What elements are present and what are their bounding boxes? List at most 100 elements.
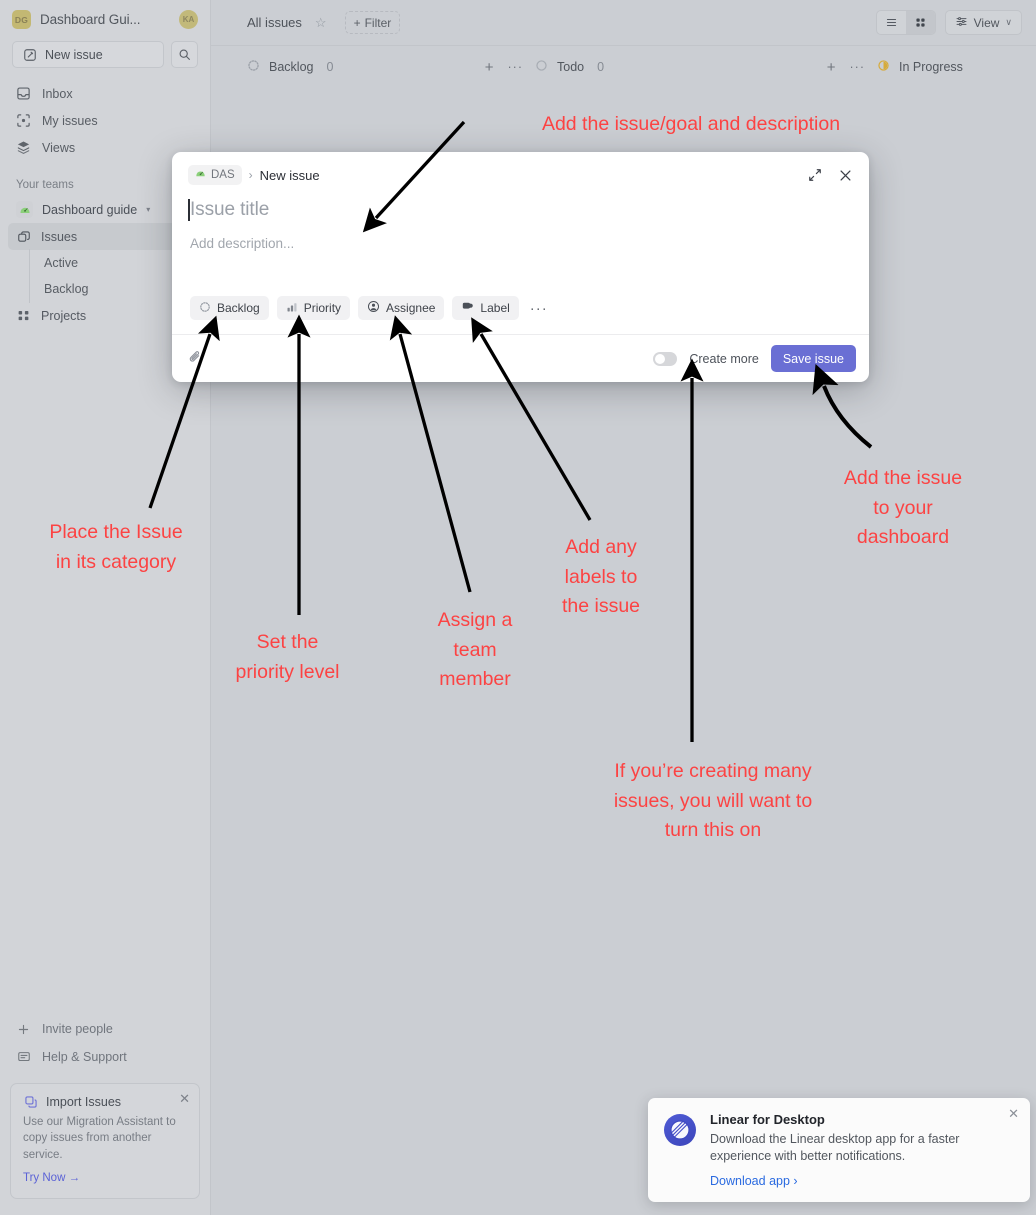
workspace-name: Dashboard Gui... <box>40 12 141 27</box>
avatar[interactable]: KA <box>179 10 198 29</box>
chip-label: Label <box>480 301 510 315</box>
issue-description-placeholder: Add description... <box>190 236 295 251</box>
filter-button[interactable]: + Filter <box>344 11 401 34</box>
import-card-title: Import Issues <box>46 1094 122 1109</box>
desktop-app-toast: Linear for Desktop Download the Linear d… <box>648 1098 1030 1202</box>
issues-icon <box>16 229 31 244</box>
column-name: Todo <box>557 60 585 74</box>
workspace-header[interactable]: DG Dashboard Gui... KA <box>0 0 210 35</box>
issue-property-chips: Backlog Priority Assignee Label ··· <box>172 296 869 334</box>
workspace-badge: DG <box>12 10 31 29</box>
chevron-down-icon[interactable]: ▾ <box>146 205 150 214</box>
create-more-toggle[interactable] <box>653 351 678 366</box>
board-view-button[interactable] <box>905 11 935 34</box>
new-issue-label: New issue <box>45 47 103 62</box>
board-column-in-progress: In Progress <box>877 59 963 75</box>
close-icon[interactable]: ✕ <box>1008 1106 1019 1122</box>
sidebar-item-my-issues[interactable]: My issues <box>8 107 202 134</box>
board-column-headers: Backlog 0 + ··· Todo 0 + ··· In Progress <box>211 46 1036 88</box>
import-card-header: Import Issues <box>23 1094 187 1109</box>
plus-icon: + <box>353 15 361 30</box>
try-now-link[interactable]: Try Now → <box>23 1172 80 1184</box>
add-issue-button[interactable]: + <box>827 59 836 76</box>
modal-body: Issue title Add description... <box>172 185 869 296</box>
column-name: Backlog <box>269 60 314 74</box>
column-name: In Progress <box>899 60 963 74</box>
breadcrumb-separator: › <box>248 168 253 182</box>
more-properties-button[interactable]: ··· <box>527 300 551 317</box>
text-caret <box>188 199 190 221</box>
download-app-link[interactable]: Download app › <box>710 1174 798 1188</box>
save-issue-button[interactable]: Save issue <box>770 345 856 372</box>
modal-header: DAS › New issue <box>172 152 869 185</box>
toolbar-right-controls: View ∨ <box>875 10 1022 35</box>
column-more-button[interactable]: ··· <box>508 60 524 74</box>
column-count: 0 <box>597 60 605 74</box>
projects-icon <box>16 308 31 323</box>
close-icon[interactable]: ✕ <box>179 1092 190 1105</box>
view-mode-toggle <box>875 10 936 35</box>
in-progress-status-icon <box>877 59 890 75</box>
board-column-backlog: Backlog 0 + ··· <box>247 59 535 76</box>
sidebar-item-label: Projects <box>41 308 87 323</box>
plus-icon <box>16 1022 31 1037</box>
label-tag-icon <box>461 300 474 316</box>
expand-icon[interactable] <box>808 168 822 182</box>
note-assignee: Assign a team member <box>437 609 513 691</box>
note-title-desc: Add the issue/goal and description <box>541 113 841 135</box>
board-column-todo: Todo 0 + ··· <box>535 59 877 76</box>
sidebar-item-label: Issues <box>41 229 78 244</box>
team-chip-label: DAS <box>211 169 235 181</box>
note-labels: Add any labels to the issue <box>561 536 641 618</box>
chip-label: Priority <box>303 301 342 315</box>
create-more-label: Create more <box>689 351 759 366</box>
sidebar-item-inbox[interactable]: Inbox <box>8 80 202 107</box>
view-options-button[interactable]: View ∨ <box>944 10 1022 35</box>
issue-title-placeholder: Issue title <box>190 199 270 220</box>
backlog-status-icon <box>247 59 260 75</box>
import-card-body: Use our Migration Assistant to copy issu… <box>23 1116 176 1161</box>
filter-label: Filter <box>364 15 392 30</box>
modal-header-actions <box>808 168 853 183</box>
assignee-avatar-icon <box>367 300 380 316</box>
sidebar-item-invite-people[interactable]: Invite people <box>8 1015 202 1043</box>
column-count: 0 <box>326 60 334 74</box>
assignee-chip[interactable]: Assignee <box>358 296 445 320</box>
import-issues-card: ✕ Import Issues Use our Migration Assist… <box>10 1083 200 1199</box>
toast-content: Linear for Desktop Download the Linear d… <box>710 1112 1016 1202</box>
chevron-down-icon: ∨ <box>1005 17 1012 27</box>
add-issue-button[interactable]: + <box>485 59 494 76</box>
sidebar-item-label: Backlog <box>44 282 89 296</box>
new-issue-button[interactable]: New issue <box>12 41 164 68</box>
column-more-button[interactable]: ··· <box>850 60 866 74</box>
status-chip-backlog[interactable]: Backlog <box>190 296 269 320</box>
import-icon <box>23 1094 38 1109</box>
compose-icon <box>22 47 37 62</box>
note-priority: Set the priority level <box>235 631 340 683</box>
linear-logo-icon <box>664 1114 696 1146</box>
sidebar-item-label: Active <box>44 256 79 270</box>
priority-bars-icon <box>286 301 298 316</box>
priority-chip[interactable]: Priority <box>276 296 351 320</box>
paperclip-icon[interactable] <box>188 349 203 369</box>
footer-actions: Create more Save issue <box>653 345 856 372</box>
primary-nav: Inbox My issues Views <box>0 80 210 161</box>
note-create-more: If you’re creating many issues, you will… <box>613 760 813 842</box>
label-chip[interactable]: Label <box>452 296 519 320</box>
sidebar-item-help-support[interactable]: Help & Support <box>8 1043 202 1071</box>
close-icon[interactable] <box>838 168 853 183</box>
modal-footer: Create more Save issue <box>172 334 869 382</box>
backlog-status-icon <box>199 301 211 316</box>
team-emoji-icon <box>16 201 33 218</box>
search-button[interactable] <box>171 41 198 68</box>
new-issue-row: New issue <box>0 35 210 80</box>
breadcrumb-team-chip[interactable]: DAS <box>188 165 242 185</box>
issue-description-input[interactable]: Add description... <box>190 236 851 251</box>
team-emoji-icon <box>195 168 206 182</box>
chip-label: Assignee <box>386 301 436 315</box>
issue-title-input[interactable]: Issue title <box>188 193 851 221</box>
favorite-star-icon[interactable]: ☆ <box>315 15 327 31</box>
list-view-button[interactable] <box>877 11 906 34</box>
sidebar-item-label: Invite people <box>42 1022 113 1037</box>
